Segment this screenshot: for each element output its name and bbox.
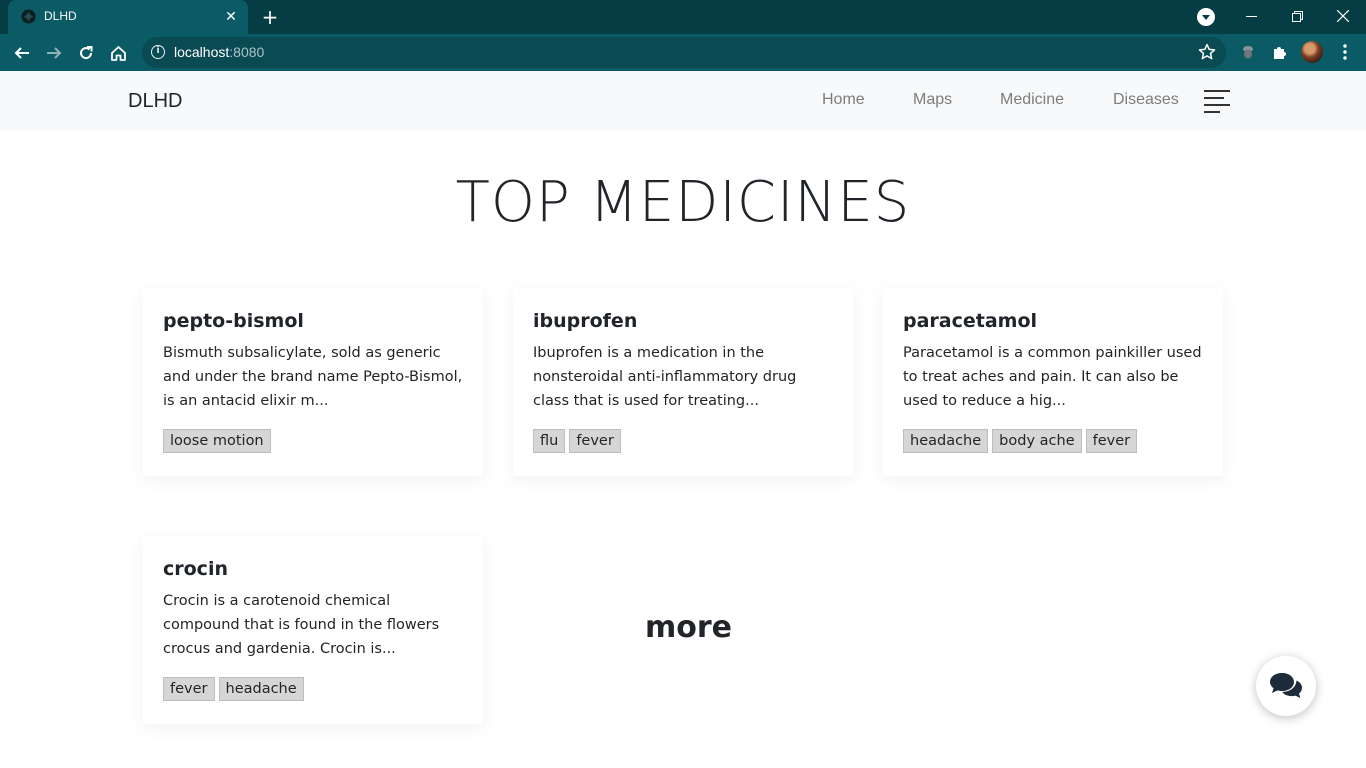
puzzle-icon xyxy=(1274,47,1286,59)
browser-menu-button[interactable] xyxy=(1335,42,1355,62)
tab-close-icon[interactable]: ✕ xyxy=(222,8,240,26)
url-text: localhost:8080 xyxy=(174,44,264,60)
nav-link-maps[interactable]: Maps xyxy=(913,91,952,109)
symptom-tag[interactable]: loose motion xyxy=(163,429,271,453)
address-bar[interactable]: i localhost:8080 xyxy=(142,37,1226,68)
symptom-tag[interactable]: fever xyxy=(569,429,621,453)
symptom-tag[interactable]: headache xyxy=(903,429,989,453)
close-icon xyxy=(1337,10,1349,22)
url-host: localhost xyxy=(174,44,230,60)
hamburger-menu-icon[interactable] xyxy=(1204,90,1230,113)
tab-search-icon[interactable] xyxy=(1197,8,1215,26)
tab-title: DLHD xyxy=(44,9,77,23)
arrow-left-icon xyxy=(14,47,29,59)
reload-button[interactable] xyxy=(74,41,98,65)
url-port: :8080 xyxy=(229,44,265,60)
close-window-button[interactable] xyxy=(1320,0,1366,32)
medicine-card[interactable]: paracetamol Paracetamol is a common pain… xyxy=(883,288,1223,476)
acorn-icon xyxy=(1243,46,1253,59)
arrow-right-icon xyxy=(47,47,62,59)
forward-button[interactable] xyxy=(42,41,66,65)
extension-acorn-icon[interactable] xyxy=(1238,42,1258,62)
nav-link-diseases[interactable]: Diseases xyxy=(1113,91,1179,109)
medicine-description: Paracetamol is a common painkiller used … xyxy=(903,345,1202,409)
nav-link-medicine[interactable]: Medicine xyxy=(1000,91,1064,109)
tag-list: fever headache xyxy=(163,677,463,701)
site-navbar: DLHD Home Maps Medicine Diseases xyxy=(0,71,1366,130)
reload-icon xyxy=(80,46,93,60)
medicine-name[interactable]: paracetamol xyxy=(903,310,1203,332)
medicine-name[interactable]: pepto-bismol xyxy=(163,310,463,332)
medicine-description: Bismuth subsalicylate, sold as generic a… xyxy=(163,345,463,409)
symptom-tag[interactable]: fever xyxy=(163,677,215,701)
browser-toolbar: i localhost:8080 xyxy=(0,34,1366,71)
home-button[interactable] xyxy=(106,41,130,65)
medicine-name[interactable]: ibuprofen xyxy=(533,310,833,332)
brand-link[interactable]: DLHD xyxy=(128,90,182,113)
kebab-menu-icon xyxy=(1343,44,1347,60)
medicine-description: Ibuprofen is a medication in the nonster… xyxy=(533,345,797,409)
chat-bubbles-icon xyxy=(1270,673,1302,698)
page-title: TOP MEDICINES xyxy=(455,170,911,235)
minimize-button[interactable] xyxy=(1228,0,1274,32)
medicine-card[interactable]: crocin Crocin is a carotenoid chemical c… xyxy=(143,536,483,724)
home-icon xyxy=(110,45,126,61)
symptom-tag[interactable]: headache xyxy=(218,677,304,701)
medicine-card[interactable]: ibuprofen Ibuprofen is a medication in t… xyxy=(513,288,853,476)
symptom-tag[interactable]: flu xyxy=(533,429,566,453)
chat-button[interactable] xyxy=(1256,656,1316,716)
restore-icon xyxy=(1291,10,1303,22)
profile-avatar[interactable] xyxy=(1301,41,1323,63)
browser-tabstrip: DLHD ✕ + xyxy=(0,0,1366,34)
browser-tab[interactable]: DLHD ✕ xyxy=(8,0,248,34)
medicine-card[interactable]: pepto-bismol Bismuth subsalicylate, sold… xyxy=(143,288,483,476)
minimize-icon xyxy=(1245,15,1257,17)
back-button[interactable] xyxy=(10,41,34,65)
tag-list: headache body ache fever xyxy=(903,429,1203,453)
new-tab-button[interactable]: + xyxy=(258,5,282,29)
medicine-description: Crocin is a carotenoid chemical compound… xyxy=(163,593,440,657)
restore-button[interactable] xyxy=(1274,0,1320,32)
site-favicon-icon xyxy=(21,9,36,24)
tag-list: flu fever xyxy=(533,429,833,453)
bookmark-star-icon[interactable] xyxy=(1198,43,1216,61)
medicine-name[interactable]: crocin xyxy=(163,558,463,580)
tag-list: loose motion xyxy=(163,429,463,453)
symptom-tag[interactable]: body ache xyxy=(992,429,1082,453)
more-link[interactable]: more xyxy=(645,610,732,645)
extensions-button[interactable] xyxy=(1270,42,1290,62)
nav-link-home[interactable]: Home xyxy=(822,91,865,109)
symptom-tag[interactable]: fever xyxy=(1085,429,1138,453)
site-info-icon[interactable]: i xyxy=(151,45,165,59)
